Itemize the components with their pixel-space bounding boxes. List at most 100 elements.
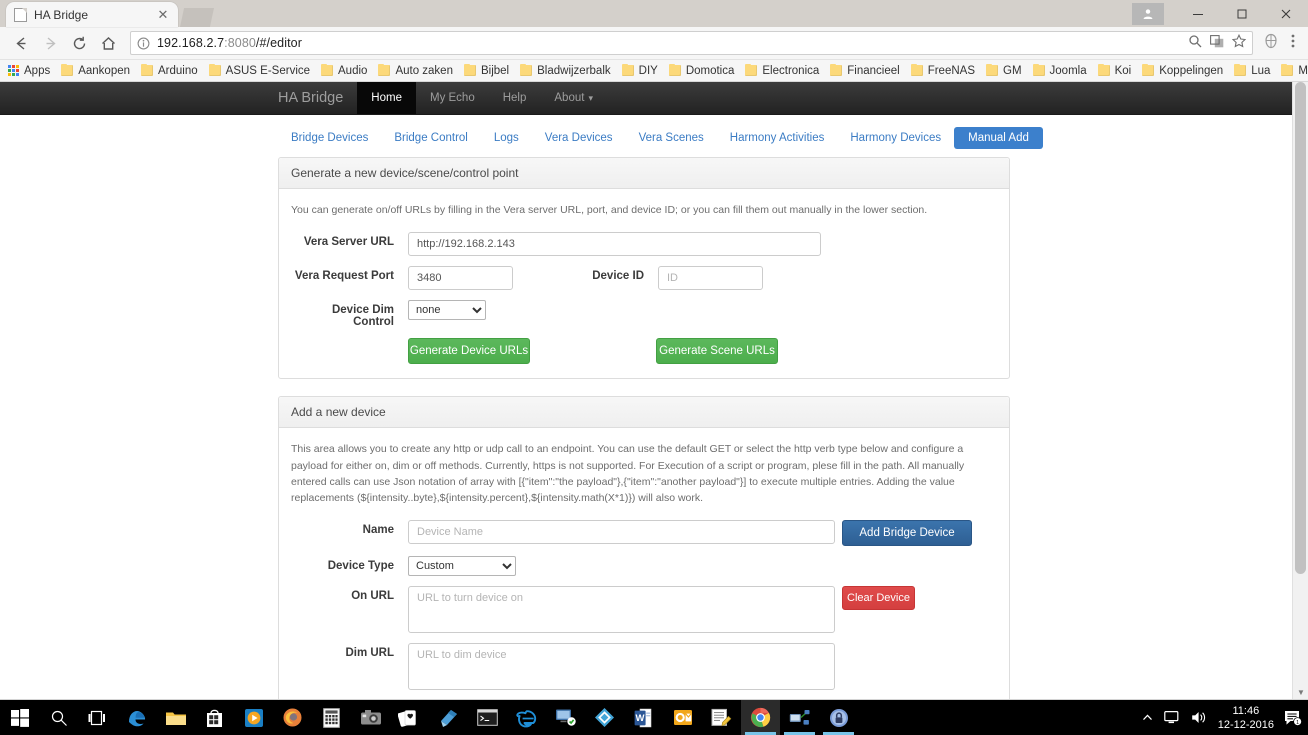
- tab-logs[interactable]: Logs: [481, 128, 532, 148]
- vera-server-url-input[interactable]: [408, 232, 821, 257]
- chrome-menu-icon[interactable]: [1286, 33, 1300, 54]
- bookmark-diy[interactable]: DIY: [621, 63, 658, 77]
- close-window-button[interactable]: [1264, 0, 1308, 27]
- folder-icon: [378, 63, 391, 76]
- scroll-down-arrow-icon[interactable]: ▼: [1293, 685, 1308, 699]
- notepad-button[interactable]: [702, 700, 741, 735]
- navlink-my-echo[interactable]: My Echo: [416, 82, 489, 114]
- bookmark-gm[interactable]: GM: [986, 63, 1022, 77]
- media-player-button[interactable]: [234, 700, 273, 735]
- microsoft-store-button[interactable]: [195, 700, 234, 735]
- clear-device-button[interactable]: Clear Device: [842, 586, 915, 611]
- bookmark-apps[interactable]: Apps: [8, 65, 50, 77]
- site-info-icon[interactable]: [137, 37, 150, 50]
- minimize-button[interactable]: [1176, 0, 1220, 27]
- action-center-icon: 1: [1285, 711, 1302, 726]
- new-tab-button[interactable]: [180, 8, 214, 27]
- solitaire-button[interactable]: [390, 700, 429, 735]
- bookmark-lua[interactable]: Lua: [1234, 63, 1270, 77]
- bookmark-koi[interactable]: Koi: [1097, 63, 1131, 77]
- home-button[interactable]: [95, 30, 121, 56]
- bookmark-audio[interactable]: Audio: [321, 63, 368, 77]
- action-center-button[interactable]: 1: [1284, 709, 1302, 726]
- camera-button[interactable]: [351, 700, 390, 735]
- reload-button[interactable]: [66, 30, 92, 56]
- tab-manual-add[interactable]: Manual Add: [954, 127, 1043, 149]
- address-bar[interactable]: 192.168.2.7:8080/#/editor: [130, 31, 1253, 55]
- edge-icon: [128, 710, 145, 726]
- bookmark-electronica[interactable]: Electronica: [745, 63, 819, 77]
- profile-avatar-button[interactable]: [1132, 2, 1164, 25]
- calculator-button[interactable]: [312, 700, 351, 735]
- bookmark-label: FreeNAS: [927, 64, 975, 77]
- device-id-input[interactable]: [658, 266, 763, 291]
- tab-vera-devices[interactable]: Vera Devices: [532, 128, 626, 148]
- start-button[interactable]: [0, 700, 39, 735]
- tab-bridge-devices[interactable]: Bridge Devices: [278, 128, 381, 148]
- tab-bridge-control[interactable]: Bridge Control: [381, 128, 481, 148]
- remote-desktop-button[interactable]: [546, 700, 585, 735]
- navlink-help[interactable]: Help: [489, 82, 541, 114]
- word-button[interactable]: W: [624, 700, 663, 735]
- show-hidden-icons-button[interactable]: [1141, 711, 1154, 724]
- device-dim-control-select[interactable]: none: [408, 300, 486, 321]
- scrollbar-thumb[interactable]: [1295, 82, 1306, 574]
- search-button[interactable]: [39, 700, 78, 735]
- firefox-button[interactable]: [273, 700, 312, 735]
- navlink-about[interactable]: About ▾: [540, 82, 607, 114]
- tab-harmony-devices[interactable]: Harmony Devices: [837, 128, 954, 148]
- forward-button[interactable]: [37, 30, 63, 56]
- search-icon[interactable]: [1188, 34, 1202, 53]
- chrome-button[interactable]: [741, 700, 780, 735]
- network-tool-button[interactable]: [780, 700, 819, 735]
- generate-scene-urls-button[interactable]: Generate Scene URLs: [656, 338, 778, 365]
- file-explorer-button[interactable]: [156, 700, 195, 735]
- bookmark-arduino[interactable]: Arduino: [141, 63, 198, 77]
- bookmark-aankopen[interactable]: Aankopen: [61, 63, 130, 77]
- navlink-home[interactable]: Home: [357, 82, 416, 114]
- bookmark-muziek[interactable]: Muziek: [1281, 63, 1308, 77]
- on-url-textarea[interactable]: [408, 586, 835, 634]
- bookmark-freenas[interactable]: FreeNAS: [910, 63, 975, 77]
- add-bridge-device-button[interactable]: Add Bridge Device: [842, 520, 972, 547]
- security-button[interactable]: [819, 700, 858, 735]
- bookmark-asus-e-service[interactable]: ASUS E-Service: [208, 63, 310, 77]
- back-button[interactable]: [8, 30, 34, 56]
- bookmark-star-icon[interactable]: [1231, 33, 1247, 53]
- generate-device-urls-button[interactable]: Generate Device URLs: [408, 338, 530, 365]
- internet-explorer-button[interactable]: [507, 700, 546, 735]
- bookmark-bladwijzerbalk[interactable]: Bladwijzerbalk: [520, 63, 611, 77]
- generate-panel-heading: Generate a new device/scene/control poin…: [279, 158, 1009, 189]
- extension-icon[interactable]: [1263, 33, 1279, 54]
- bookmark-auto-zaken[interactable]: Auto zaken: [378, 63, 453, 77]
- tab-harmony-activities[interactable]: Harmony Activities: [717, 128, 838, 148]
- tab-vera-scenes[interactable]: Vera Scenes: [626, 128, 717, 148]
- device-id-label: Device ID: [592, 270, 644, 283]
- device-type-select[interactable]: Custom: [408, 556, 516, 577]
- bookmark-koppelingen[interactable]: Koppelingen: [1142, 63, 1223, 77]
- command-prompt-button[interactable]: [468, 700, 507, 735]
- browser-tab-ha-bridge[interactable]: HA Bridge ✕: [6, 2, 178, 27]
- bookmark-bijbel[interactable]: Bijbel: [463, 63, 509, 77]
- kodi-button[interactable]: [585, 700, 624, 735]
- taskbar-clock[interactable]: 11:46 12-12-2016: [1218, 704, 1274, 732]
- outlook-button[interactable]: [663, 700, 702, 735]
- dim-url-textarea[interactable]: [408, 643, 835, 691]
- app-brand[interactable]: HA Bridge: [278, 82, 357, 114]
- paint-button[interactable]: [429, 700, 468, 735]
- task-view-button[interactable]: [78, 700, 117, 735]
- network-status-icon[interactable]: [1163, 710, 1181, 725]
- bookmark-label: Audio: [338, 64, 368, 77]
- page-scrollbar[interactable]: ▲ ▼: [1292, 82, 1308, 699]
- bookmark-domotica[interactable]: Domotica: [668, 63, 734, 77]
- edge-button[interactable]: [117, 700, 156, 735]
- translate-icon[interactable]: [1210, 34, 1224, 53]
- device-name-input[interactable]: [408, 520, 835, 545]
- volume-icon[interactable]: [1191, 710, 1208, 725]
- dim-url-row: Dim URL: [291, 643, 997, 691]
- maximize-button[interactable]: [1220, 0, 1264, 27]
- bookmark-financieel[interactable]: Financieel: [830, 63, 900, 77]
- vera-request-port-input[interactable]: [408, 266, 513, 291]
- close-icon[interactable]: ✕: [156, 7, 170, 23]
- bookmark-joomla[interactable]: Joomla: [1032, 63, 1087, 77]
